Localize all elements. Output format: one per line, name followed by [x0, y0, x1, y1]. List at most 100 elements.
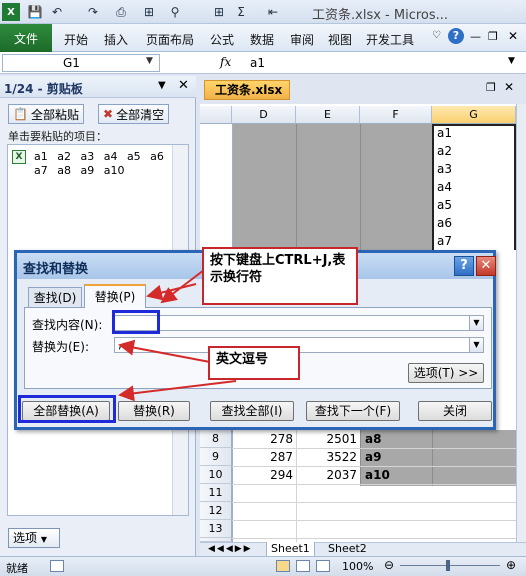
print-preview-icon[interactable]: ⎙	[112, 3, 130, 21]
clear-icon: ✖	[103, 107, 114, 121]
clear-all-button[interactable]: ✖ 全部清空	[98, 104, 170, 124]
tab-replace[interactable]: 替换(P)	[84, 284, 146, 308]
cell-e9[interactable]: 3522	[296, 448, 360, 466]
column-header-f[interactable]: F	[360, 106, 432, 124]
dialog-close-icon[interactable]: ✕	[476, 256, 496, 276]
file-tab[interactable]: 文件	[0, 24, 52, 52]
gridline	[232, 520, 516, 521]
filter-icon[interactable]: ⚲	[166, 3, 184, 21]
column-header-g[interactable]: G	[432, 106, 516, 124]
row-header[interactable]: 8	[200, 430, 232, 448]
find-what-label: 查找内容(N):	[32, 318, 103, 332]
tab-developer[interactable]: 开发工具	[366, 31, 414, 48]
cell-d10[interactable]: 294	[232, 466, 296, 484]
window-minimize-icon[interactable]: —	[470, 30, 481, 43]
dialog-help-icon[interactable]: ?	[454, 256, 474, 276]
cell-f9[interactable]: a9	[362, 448, 381, 466]
pane-options-button[interactable]: 选项 ▼	[8, 528, 60, 548]
row-header[interactable]: 10	[200, 466, 232, 484]
gridline	[296, 124, 297, 250]
row-header[interactable]: 13	[200, 520, 232, 538]
pane-menu-icon[interactable]: ▼	[158, 80, 166, 91]
zoom-out-icon[interactable]: ⊖	[384, 558, 394, 572]
status-ready: 就绪	[6, 562, 28, 575]
grey-cells-g-bottom	[432, 430, 516, 486]
name-box-dropdown-icon[interactable]: ▼	[146, 56, 153, 66]
clipboard-pane-title: 1/24 - 剪贴板	[4, 82, 83, 96]
select-all-corner[interactable]	[200, 106, 232, 124]
sheet-tab-sheet2[interactable]: Sheet2	[324, 542, 371, 556]
borders-icon[interactable]: ⊞	[210, 3, 228, 21]
macro-record-icon[interactable]	[50, 560, 64, 572]
workbook-tab[interactable]: 工资条.xlsx	[204, 80, 290, 100]
cell-d8[interactable]: 278	[232, 430, 296, 448]
excel-clip-icon: X	[12, 150, 26, 164]
paste-all-label: 全部粘贴	[30, 107, 79, 122]
column-header-d[interactable]: D	[232, 106, 296, 124]
find-what-input[interactable]	[114, 315, 484, 331]
callout-ctrl-j: 按下键盘上CTRL+J,表示换行符	[202, 247, 358, 305]
minimize-ribbon-icon[interactable]: ♡	[432, 30, 441, 41]
find-all-button[interactable]: 查找全部(I)	[210, 401, 294, 421]
paste-all-button[interactable]: 📋 全部粘贴	[8, 104, 84, 124]
selection-border	[432, 124, 516, 250]
autosum-icon[interactable]: Σ	[232, 3, 250, 21]
name-box[interactable]: G1	[2, 54, 160, 72]
worksheet-vertical-scrollbar[interactable]	[516, 104, 526, 542]
paste-icon: 📋	[13, 107, 28, 121]
find-dropdown-icon[interactable]: ▼	[469, 316, 483, 330]
align-icon[interactable]: ⇤	[264, 3, 282, 21]
format-icon[interactable]: ⊞	[140, 3, 158, 21]
cell-f8[interactable]: a8	[362, 430, 381, 448]
normal-view-icon[interactable]	[276, 560, 290, 572]
options-button[interactable]: 选项(T) >>	[408, 363, 484, 383]
column-header-e[interactable]: E	[296, 106, 360, 124]
tab-review[interactable]: 审阅	[290, 31, 314, 48]
formula-value[interactable]: a1	[250, 56, 265, 70]
undo-icon[interactable]: ↶	[48, 3, 66, 21]
insert-function-icon[interactable]: fx	[220, 55, 231, 69]
workbook-restore-icon[interactable]: ❐	[486, 81, 496, 94]
pane-close-icon[interactable]: ✕	[178, 78, 189, 93]
window-close-icon[interactable]: ✕	[508, 29, 518, 43]
replace-button[interactable]: 替换(R)	[118, 401, 190, 421]
zoom-level[interactable]: 100%	[342, 560, 373, 573]
replace-dropdown-icon[interactable]: ▼	[469, 338, 483, 352]
sheet-tab-sheet1[interactable]: Sheet1	[266, 542, 315, 557]
close-button[interactable]: 关闭	[418, 401, 492, 421]
clear-all-label: 全部清空	[116, 107, 165, 122]
sheet-nav-icon[interactable]: ◀◀◀▶▶	[204, 542, 257, 556]
formula-expand-icon[interactable]: ▼	[508, 56, 515, 66]
tab-formulas[interactable]: 公式	[210, 31, 234, 48]
cell-e10[interactable]: 2037	[296, 466, 360, 484]
clipboard-item[interactable]: a1 a2 a3 a4 a5 a6 a7 a8 a9 a10	[34, 150, 174, 178]
redo-icon[interactable]: ↷	[84, 3, 102, 21]
find-input-highlight	[112, 310, 160, 334]
save-icon[interactable]: 💾	[26, 3, 44, 21]
tab-insert[interactable]: 插入	[104, 31, 128, 48]
tab-find[interactable]: 查找(D)	[28, 287, 82, 307]
replace-with-label: 替换为(E):	[32, 340, 89, 354]
row-header[interactable]: 9	[200, 448, 232, 466]
excel-logo-icon: X	[2, 3, 20, 21]
find-next-button[interactable]: 查找下一个(F)	[306, 401, 400, 421]
page-break-view-icon[interactable]	[316, 560, 330, 572]
row-header[interactable]: 12	[200, 502, 232, 520]
zoom-slider-thumb[interactable]	[446, 560, 450, 571]
zoom-in-icon[interactable]: ⊕	[506, 558, 516, 572]
tab-page-layout[interactable]: 页面布局	[146, 31, 194, 48]
tab-data[interactable]: 数据	[250, 31, 274, 48]
row-header[interactable]: 11	[200, 484, 232, 502]
options-dropdown-icon: ▼	[40, 535, 47, 544]
callout-comma: 英文逗号	[208, 346, 300, 380]
tab-view[interactable]: 视图	[328, 31, 352, 48]
window-restore-icon[interactable]: ❐	[488, 30, 498, 43]
cell-d9[interactable]: 287	[232, 448, 296, 466]
tab-home[interactable]: 开始	[64, 31, 88, 48]
workbook-close-icon[interactable]: ✕	[504, 80, 514, 94]
cell-f10[interactable]: a10	[362, 466, 390, 484]
cell-e8[interactable]: 2501	[296, 430, 360, 448]
page-layout-view-icon[interactable]	[296, 560, 310, 572]
help-icon[interactable]: ?	[448, 28, 464, 44]
zoom-slider[interactable]	[400, 565, 500, 566]
